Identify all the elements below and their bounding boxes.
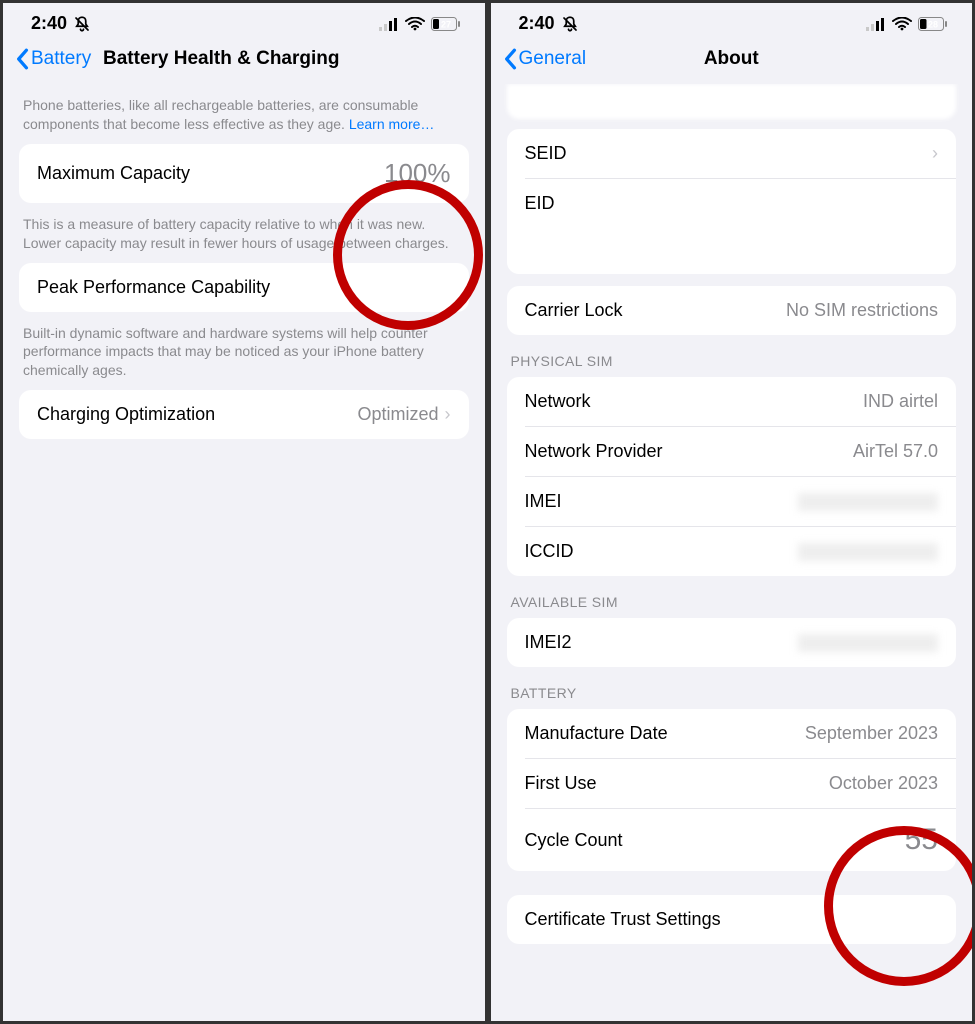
chevron-left-icon (15, 48, 29, 70)
row-value: AirTel 57.0 (853, 441, 938, 462)
row-certificate-trust[interactable]: Certificate Trust Settings (507, 895, 957, 944)
row-seid[interactable]: SEID › (507, 129, 957, 178)
chevron-left-icon (503, 48, 517, 70)
scroll-content[interactable]: SEID › EID Carrier Lock No SIM restricti… (491, 84, 973, 1021)
cellular-icon (866, 17, 886, 31)
section-header-available-sim: AVAILABLE SIM (491, 576, 973, 618)
svg-text:27: 27 (440, 19, 450, 29)
row-label: Network (525, 391, 591, 412)
bell-silent-icon (73, 15, 91, 33)
chevron-right-icon: › (445, 404, 451, 425)
row-charging-optimization[interactable]: Charging Optimization Optimized › (19, 390, 469, 439)
section-header-physical-sim: PHYSICAL SIM (491, 335, 973, 377)
row-value: IND airtel (863, 391, 938, 412)
row-value (798, 493, 938, 511)
row-label: Network Provider (525, 441, 663, 462)
nav-bar: Battery Battery Health & Charging (3, 40, 485, 84)
row-cycle-count[interactable]: Cycle Count 55 (525, 808, 957, 871)
row-label: Cycle Count (525, 830, 623, 851)
row-peak-performance[interactable]: Peak Performance Capability (19, 263, 469, 312)
wifi-icon (892, 17, 912, 31)
row-imei2[interactable]: IMEI2 (507, 618, 957, 667)
row-value (798, 634, 938, 652)
row-value (798, 543, 938, 561)
nav-bar: General About (491, 40, 973, 84)
row-carrier-lock[interactable]: Carrier Lock No SIM restrictions (507, 286, 957, 335)
back-label: Battery (31, 48, 91, 70)
svg-text:28: 28 (928, 19, 938, 29)
row-label: Carrier Lock (525, 300, 623, 321)
row-partial-top (507, 84, 957, 119)
back-button[interactable]: General (503, 48, 587, 70)
row-manufacture-date[interactable]: Manufacture Date September 2023 (507, 709, 957, 758)
status-time: 2:40 (31, 13, 67, 34)
status-bar: 2:40 27 (3, 3, 485, 40)
section-header-battery: BATTERY (491, 667, 973, 709)
row-value: September 2023 (805, 723, 938, 744)
row-label: SEID (525, 143, 567, 164)
row-label: Manufacture Date (525, 723, 668, 744)
battery-icon: 27 (431, 17, 461, 31)
row-value: 100% (384, 158, 451, 189)
row-value: No SIM restrictions (786, 300, 938, 321)
blurred-value (507, 228, 957, 274)
status-time: 2:40 (519, 13, 555, 34)
status-bar: 2:40 28 (491, 3, 973, 40)
battery-icon: 28 (918, 17, 948, 31)
row-iccid[interactable]: ICCID (525, 526, 957, 576)
row-label: ICCID (525, 541, 574, 562)
row-label: Certificate Trust Settings (525, 909, 721, 930)
row-imei[interactable]: IMEI (525, 476, 957, 526)
row-label: EID (525, 193, 555, 214)
bell-silent-icon (561, 15, 579, 33)
phone-battery-health: 2:40 27 Battery Battery Health & Chargin… (0, 0, 488, 1024)
row-value: October 2023 (829, 773, 938, 794)
row-label: First Use (525, 773, 597, 794)
peak-desc: Built-in dynamic software and hardware s… (3, 312, 485, 391)
max-capacity-desc: This is a measure of battery capacity re… (3, 203, 485, 263)
row-value: Optimized (357, 404, 438, 425)
cellular-icon (379, 17, 399, 31)
row-maximum-capacity[interactable]: Maximum Capacity 100% (19, 144, 469, 203)
phone-about: 2:40 28 General About SEID › EID (488, 0, 975, 1024)
row-value: 55 (905, 823, 938, 857)
row-eid[interactable]: EID (525, 178, 957, 228)
row-network[interactable]: Network IND airtel (507, 377, 957, 426)
row-label: Charging Optimization (37, 404, 215, 425)
row-label: Maximum Capacity (37, 163, 190, 184)
intro-text: Phone batteries, like all rechargeable b… (3, 84, 485, 144)
row-label: Peak Performance Capability (37, 277, 270, 298)
chevron-right-icon: › (932, 143, 938, 164)
learn-more-link[interactable]: Learn more… (349, 116, 435, 132)
row-label: IMEI2 (525, 632, 572, 653)
row-network-provider[interactable]: Network Provider AirTel 57.0 (525, 426, 957, 476)
row-first-use[interactable]: First Use October 2023 (525, 758, 957, 808)
back-label: General (519, 48, 587, 70)
row-label: IMEI (525, 491, 562, 512)
back-button[interactable]: Battery (15, 48, 91, 70)
wifi-icon (405, 17, 425, 31)
